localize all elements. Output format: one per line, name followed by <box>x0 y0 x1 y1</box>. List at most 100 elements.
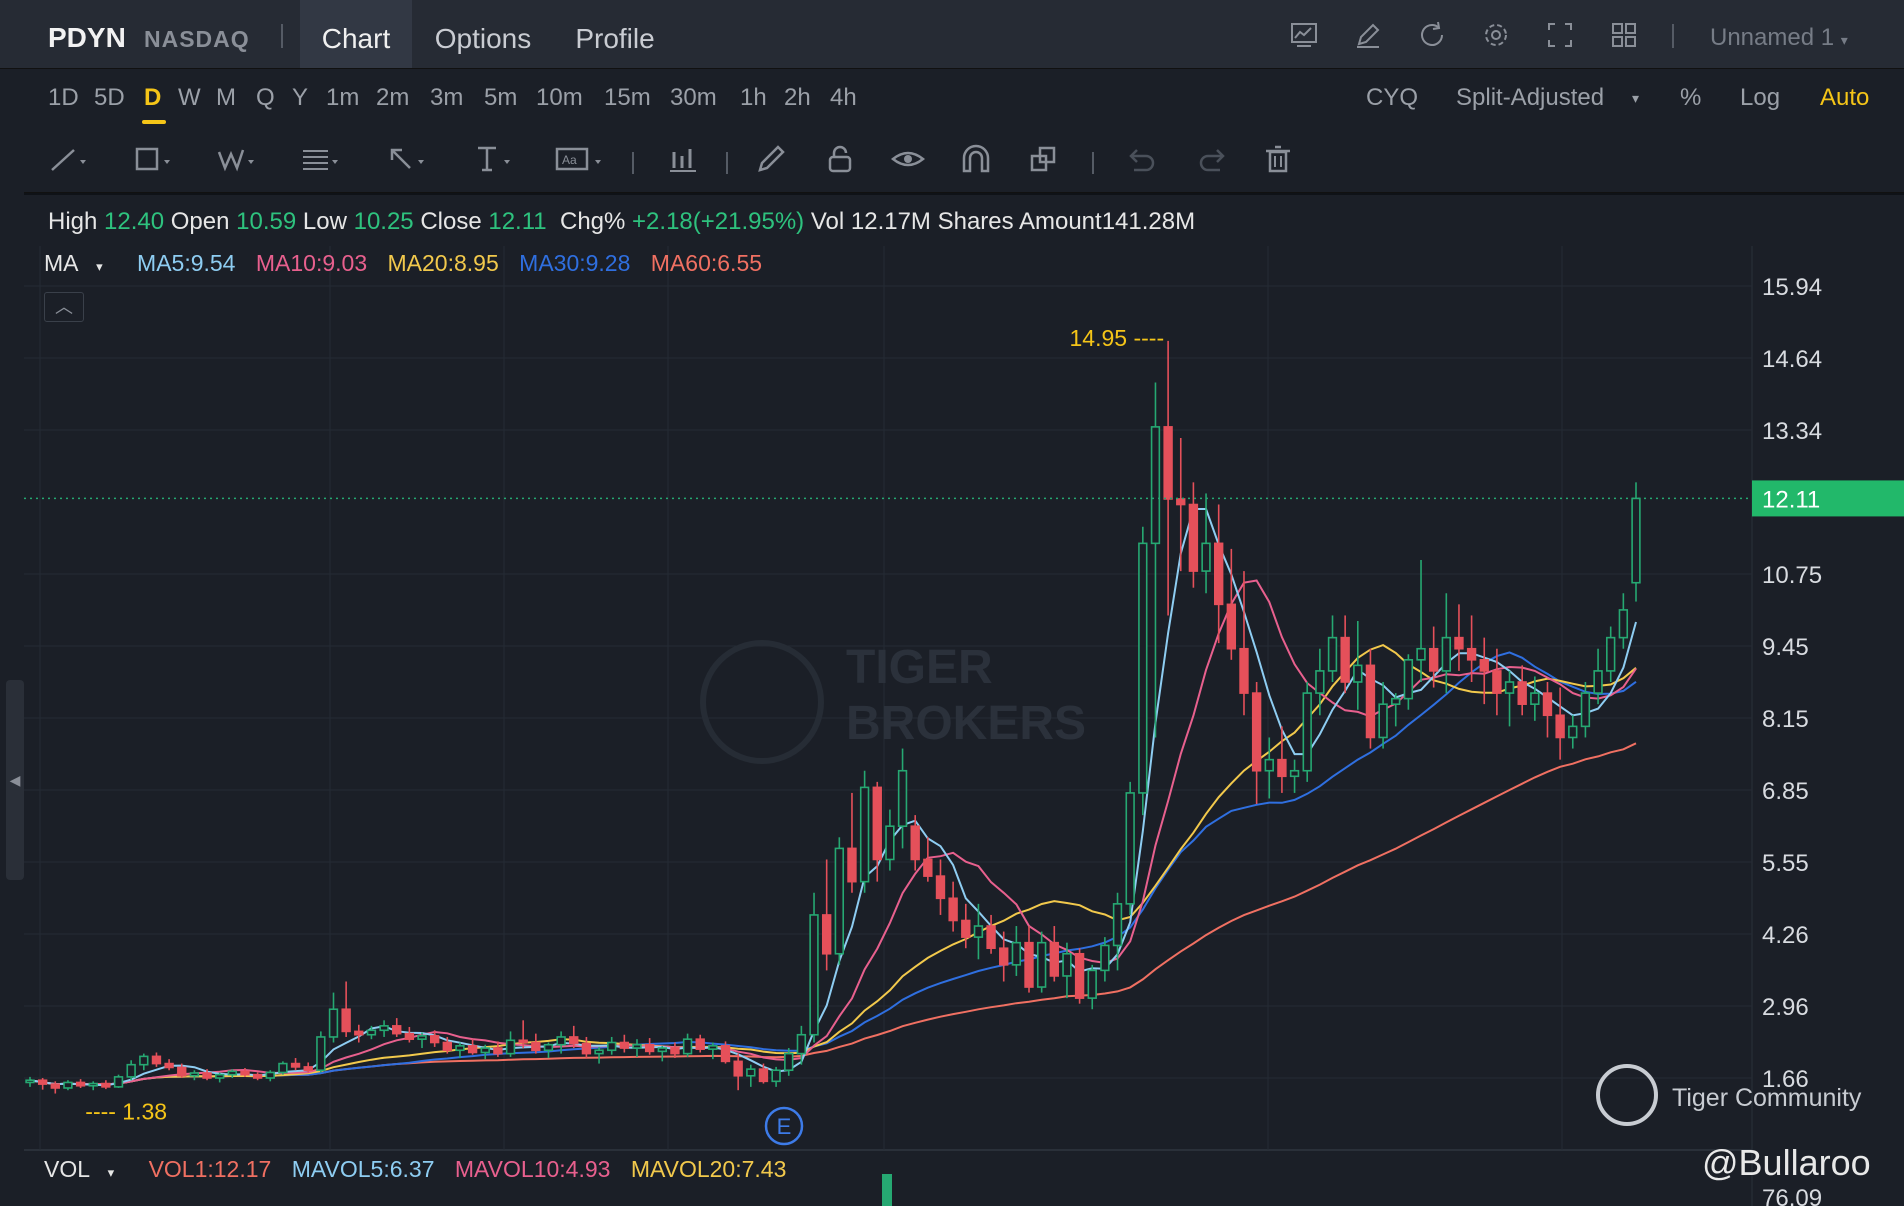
candle-body <box>657 1047 667 1053</box>
ma-legend: MA ▾ MA5:9.54 MA10:9.03 MA20:8.95 MA30:9… <box>44 250 776 277</box>
candle-body <box>177 1066 187 1077</box>
watermark-line2: BROKERS <box>846 697 1087 750</box>
candle-body <box>885 825 895 861</box>
candle-body <box>784 1052 794 1072</box>
candle-body <box>619 1041 630 1049</box>
candle-body <box>303 1066 313 1072</box>
candle-body <box>910 825 920 861</box>
y-tick-label: 10.75 <box>1762 562 1822 589</box>
sidebar-toggle[interactable]: ◀ <box>6 680 24 880</box>
ma-label: MA <box>44 250 79 276</box>
y-tick-label: 5.55 <box>1762 850 1809 877</box>
mavol20-value: MAVOL20:7.43 <box>630 1156 787 1182</box>
tiger-logo-watermark <box>700 640 824 764</box>
candle-body <box>37 1079 48 1085</box>
candle-body <box>151 1055 162 1065</box>
candle-body <box>1454 636 1464 650</box>
ma60-value: MA60:6.55 <box>650 250 763 276</box>
candle-body <box>392 1025 402 1035</box>
candle-body <box>670 1047 680 1055</box>
tiger-community-logo <box>1596 1064 1658 1126</box>
ohlc-readout: High 12.40 Open 10.59 Low 10.25 Close 12… <box>48 208 1195 236</box>
collapse-legend-button[interactable]: ︿ <box>44 292 84 322</box>
candle-body <box>1074 952 1085 999</box>
open-value: 10.59 <box>236 208 297 235</box>
candle-body <box>1150 426 1161 545</box>
vol-value: 12.17M Shares <box>850 208 1014 235</box>
candle-body <box>366 1029 377 1036</box>
candle-body <box>834 847 845 955</box>
candle-body <box>923 858 933 877</box>
candle-body <box>1125 792 1135 905</box>
candle-body <box>1176 498 1186 506</box>
amount-label: Amount <box>1018 208 1102 235</box>
y-tick-label: 15.94 <box>1762 274 1822 301</box>
candle-body <box>1188 503 1199 572</box>
candle-body <box>1353 664 1363 683</box>
candle-body <box>1378 703 1388 739</box>
candle-body <box>758 1068 769 1083</box>
ma-selector[interactable]: MA ▾ <box>44 250 117 276</box>
candle-body <box>316 1036 326 1072</box>
low-value: 10.25 <box>353 208 414 235</box>
candle-body <box>1289 769 1300 778</box>
candle-body <box>1138 542 1148 794</box>
candle-body <box>1479 659 1489 672</box>
candle-body <box>1315 670 1325 694</box>
volume-bar <box>882 1174 892 1206</box>
watermark-line1: TIGER <box>846 641 993 694</box>
candle-body <box>1214 542 1224 606</box>
ma10-line <box>29 579 1637 1086</box>
candle-body <box>442 1041 452 1052</box>
open-label: Open <box>170 208 230 235</box>
moving-average-lines <box>29 508 1637 1087</box>
mavol5-value: MAVOL5:6.37 <box>291 1156 435 1182</box>
candle-body <box>379 1025 389 1032</box>
price-chart[interactable]: 15.94 14.64 13.34 10.75 9.45 8.15 6.85 5.55 4.26… <box>0 0 1904 1206</box>
candle-body <box>1593 670 1603 694</box>
user-handle: @Bullaroo <box>1702 1142 1871 1183</box>
candle-body <box>632 1043 642 1049</box>
candle-body <box>1555 714 1565 739</box>
candle-body <box>328 1008 339 1038</box>
candle-body <box>1062 952 1072 977</box>
candle-body <box>1036 941 1047 988</box>
low-label: Low <box>302 208 347 235</box>
vol-selector[interactable]: VOL ▾ <box>44 1156 128 1182</box>
high-label: High <box>48 208 98 235</box>
candle-body <box>1251 692 1262 772</box>
candle-body <box>1087 969 1097 999</box>
candle-body <box>872 786 882 861</box>
candle-body <box>1441 636 1452 672</box>
candle-body <box>518 1039 528 1044</box>
close-value: 12.11 <box>488 208 547 235</box>
candle-body <box>202 1072 212 1079</box>
candle-body <box>1631 497 1641 584</box>
candle-body <box>1391 697 1401 705</box>
y-tick-label: 13.34 <box>1762 418 1822 445</box>
candle-body <box>1517 681 1527 705</box>
mavol10-value: MAVOL10:4.93 <box>454 1156 611 1182</box>
candle-body <box>859 786 870 883</box>
candle-body <box>240 1070 250 1076</box>
candle-body <box>50 1083 60 1089</box>
candle-body <box>214 1073 225 1079</box>
candle-body <box>1492 670 1502 694</box>
candle-body <box>252 1073 263 1079</box>
candle-body <box>771 1069 781 1083</box>
candle-body <box>821 914 832 955</box>
candle-body <box>1504 681 1515 694</box>
candle-body <box>278 1062 288 1074</box>
candle-body <box>1618 609 1629 639</box>
candle-body <box>505 1039 516 1055</box>
candle-body <box>113 1076 124 1088</box>
candle-body <box>644 1043 655 1053</box>
candle-body <box>1327 636 1338 672</box>
candle-body <box>354 1030 364 1036</box>
candle-body <box>973 925 984 938</box>
candle-body <box>63 1081 73 1089</box>
ma60-line <box>29 742 1637 1086</box>
candle-body <box>1542 692 1553 717</box>
candle-body <box>404 1032 415 1040</box>
candle-body <box>1100 944 1110 972</box>
